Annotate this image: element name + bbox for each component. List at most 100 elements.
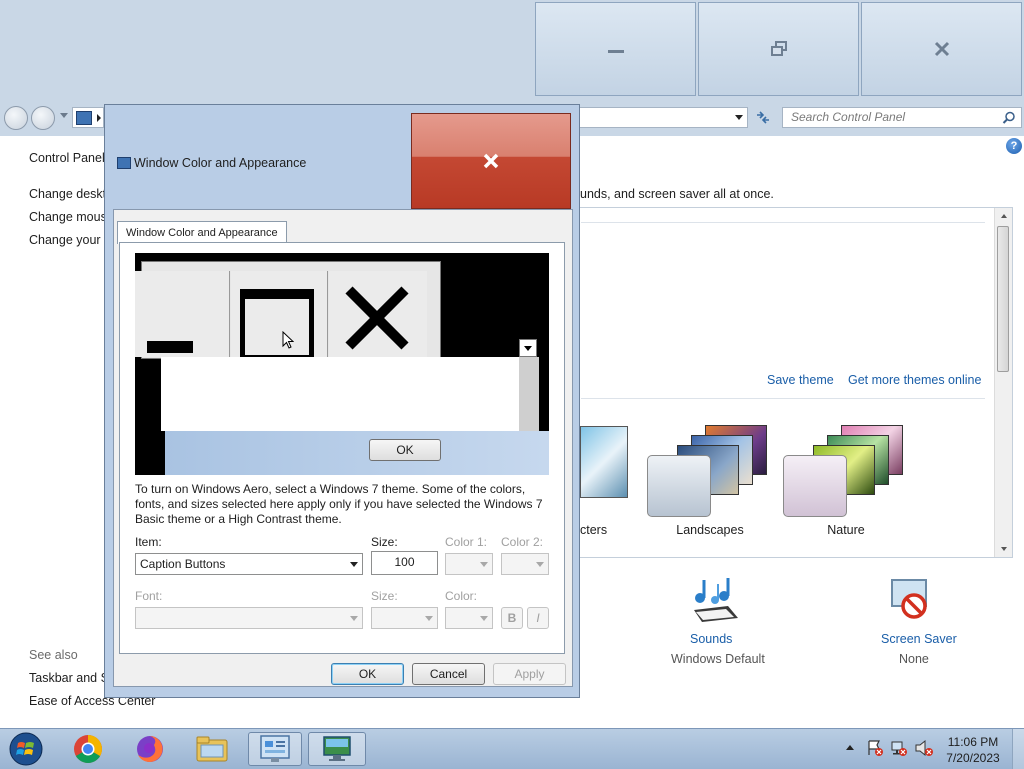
sounds-link[interactable]: Sounds	[690, 632, 732, 646]
size-input[interactable]: 100	[371, 551, 438, 575]
scroll-thumb[interactable]	[997, 226, 1009, 372]
help-icon[interactable]: ?	[1006, 138, 1022, 154]
scroll-up-icon[interactable]	[1001, 214, 1007, 218]
forward-button[interactable]	[31, 106, 55, 130]
theme-list-scrollbar[interactable]	[994, 208, 1012, 557]
screen-saver-button[interactable]	[888, 576, 938, 626]
refresh-button[interactable]	[752, 107, 774, 128]
search-input[interactable]: Search Control Panel	[782, 107, 1022, 128]
close-icon	[934, 41, 949, 57]
clock-date: 7/20/2023	[946, 751, 1000, 765]
preview-minimize-button	[135, 271, 230, 357]
font-select[interactable]	[135, 607, 363, 629]
change-desktop-link[interactable]: Change deskto	[29, 187, 113, 201]
chevron-down-icon	[350, 562, 358, 567]
close-icon	[483, 153, 499, 169]
search-icon	[1002, 111, 1015, 124]
theme-nature[interactable]	[783, 421, 903, 517]
taskbar-control-panel[interactable]	[248, 732, 302, 766]
preview-dropdown-button	[519, 339, 537, 357]
screen-saver-link[interactable]: Screen Saver	[881, 632, 957, 646]
close-icon	[345, 286, 409, 350]
address-bar[interactable]	[578, 107, 748, 128]
sounds-button[interactable]	[688, 576, 742, 626]
scroll-down-icon[interactable]	[1001, 547, 1007, 551]
apply-button[interactable]: Apply	[493, 663, 566, 685]
get-more-themes-link[interactable]: Get more themes online	[848, 373, 981, 387]
chevron-down-icon	[480, 562, 488, 567]
start-orb-icon	[9, 732, 43, 766]
restore-button[interactable]	[698, 2, 859, 96]
italic-button[interactable]: I	[527, 607, 549, 629]
file-explorer-icon	[196, 736, 228, 762]
bold-button[interactable]: B	[501, 607, 523, 629]
font-color-picker[interactable]	[445, 607, 493, 629]
taskbar-firefox[interactable]	[126, 732, 174, 766]
theme-landscapes[interactable]	[647, 421, 767, 517]
address-bar-left[interactable]	[72, 107, 104, 128]
control-panel-home-link[interactable]: Control Panel	[29, 151, 105, 165]
item-select[interactable]: Caption Buttons	[135, 553, 363, 575]
theme-label: cters	[580, 523, 608, 537]
show-desktop-button[interactable]	[1012, 729, 1024, 769]
size-value: 100	[394, 555, 415, 569]
font-size-select[interactable]	[371, 607, 438, 629]
font-label: Font:	[135, 589, 163, 603]
maximize-icon	[240, 289, 314, 360]
item-select-value: Caption Buttons	[140, 557, 226, 571]
taskbar-link[interactable]: Taskbar and St	[29, 671, 112, 685]
change-account-link[interactable]: Change your a	[29, 233, 111, 247]
preview-close-button	[329, 271, 427, 357]
volume-muted-icon[interactable]	[914, 739, 934, 757]
appearance-preview[interactable]: OK	[135, 253, 549, 475]
taskbar-chrome[interactable]	[64, 732, 112, 766]
cancel-button[interactable]: Cancel	[412, 663, 485, 685]
tab-window-color[interactable]: Window Color and Appearance	[117, 221, 287, 244]
color1-picker[interactable]	[445, 553, 493, 575]
taskbar-display-settings[interactable]	[308, 732, 366, 766]
breadcrumb-arrow-icon	[97, 114, 101, 122]
back-button[interactable]	[4, 106, 28, 130]
dialog-app-icon	[117, 157, 131, 169]
dialog-close-button[interactable]	[411, 113, 571, 209]
size-label: Size:	[371, 535, 398, 549]
preview-message-area	[161, 357, 519, 431]
chevron-down-icon	[350, 616, 358, 621]
refresh-icon	[757, 111, 769, 124]
theme-glass-preview	[783, 455, 847, 517]
preview-messagebox: OK	[165, 431, 549, 475]
control-panel-icon	[260, 735, 290, 762]
see-also-heading: See also	[29, 648, 78, 662]
control-panel-small-icon	[76, 111, 92, 125]
action-center-icon[interactable]	[866, 739, 884, 757]
theme-label: Nature	[827, 523, 865, 537]
theme-glass-preview	[647, 455, 711, 517]
item-label: Item:	[135, 535, 162, 549]
close-button[interactable]	[861, 2, 1022, 96]
change-mouse-link[interactable]: Change mous	[29, 210, 107, 224]
color2-picker[interactable]	[501, 553, 549, 575]
theme-characters[interactable]	[580, 426, 630, 498]
ok-button[interactable]: OK	[331, 663, 404, 685]
show-hidden-icons-button[interactable]	[846, 745, 854, 750]
chevron-down-icon	[425, 616, 433, 621]
minimize-icon	[147, 341, 193, 353]
intro-text: unds, and screen saver all at once.	[580, 187, 774, 201]
clock[interactable]: 11:06 PM 7/20/2023	[940, 734, 1006, 766]
chevron-down-icon	[480, 616, 488, 621]
theme-label: Landscapes	[676, 523, 744, 537]
dialog-title: Window Color and Appearance	[134, 156, 307, 170]
recent-pages-arrow-icon[interactable]	[60, 113, 68, 118]
network-icon[interactable]	[890, 739, 908, 757]
save-theme-link[interactable]: Save theme	[767, 373, 834, 387]
mouse-cursor-icon	[282, 331, 294, 349]
font-color-label: Color:	[445, 589, 478, 603]
color2-label: Color 2:	[501, 535, 544, 549]
window-color-dialog: Window Color and Appearance Window Color…	[104, 104, 580, 698]
sounds-icon	[694, 578, 738, 622]
aero-description: To turn on Windows Aero, select a Window…	[135, 482, 543, 526]
start-button[interactable]	[2, 730, 50, 768]
minimize-button[interactable]	[535, 2, 696, 96]
taskbar-file-explorer[interactable]	[188, 732, 236, 766]
preview-ok-button: OK	[369, 439, 441, 461]
